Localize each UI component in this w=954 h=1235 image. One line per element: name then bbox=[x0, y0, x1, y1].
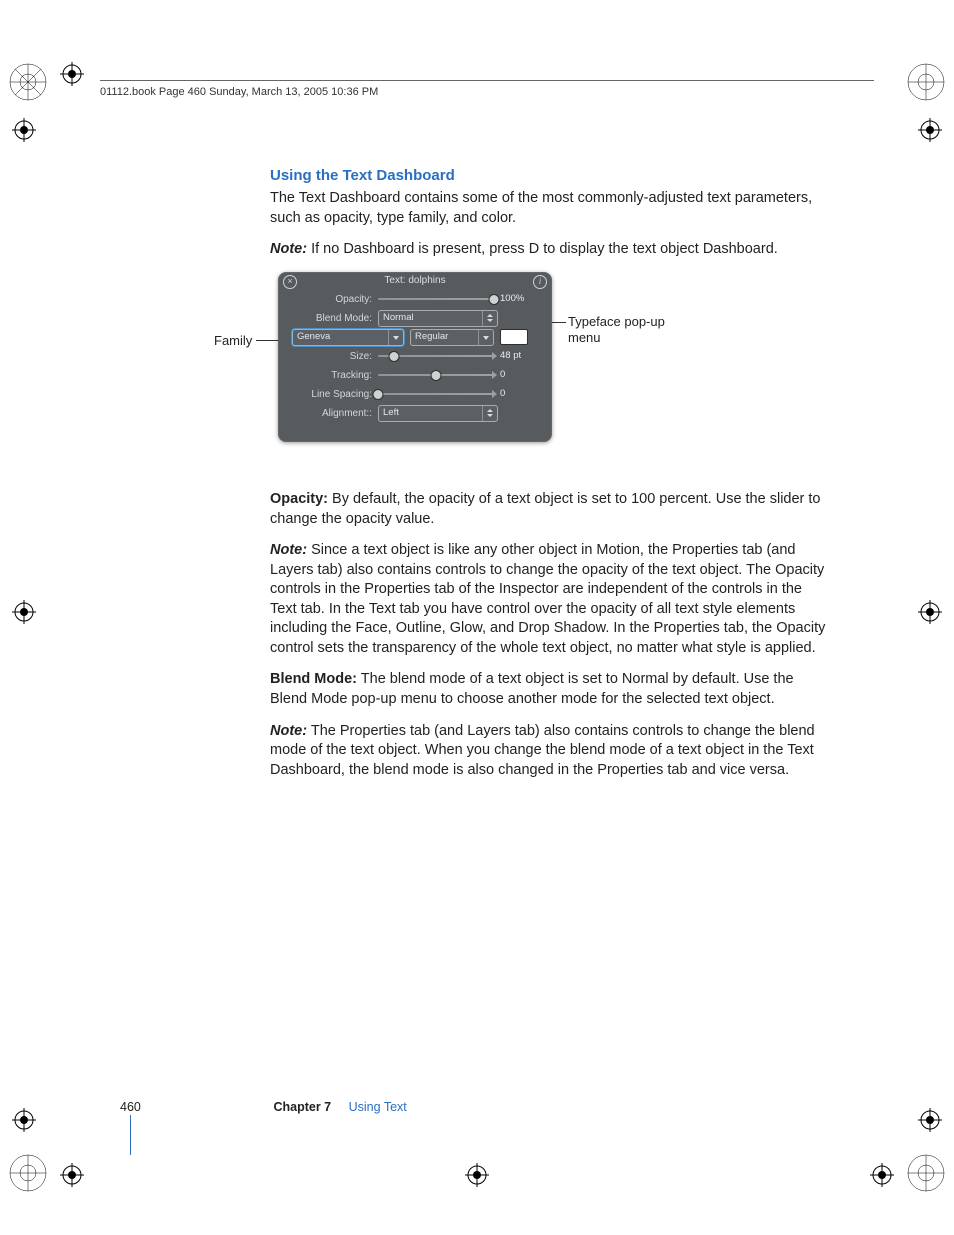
dashboard-titlebar[interactable]: × Text: dolphins i bbox=[278, 272, 552, 290]
paragraph-opacity: Opacity: By default, the opacity of a te… bbox=[270, 490, 830, 529]
slider-knob[interactable] bbox=[389, 351, 400, 362]
registration-mark-icon bbox=[60, 62, 84, 86]
row-line-spacing: Line Spacing: 0 bbox=[278, 385, 552, 404]
close-icon[interactable]: × bbox=[283, 275, 297, 289]
font-family-popup[interactable]: Geneva bbox=[292, 329, 404, 346]
printer-mark-icon bbox=[906, 62, 946, 102]
slider-knob[interactable] bbox=[373, 389, 384, 400]
registration-mark-icon bbox=[12, 1108, 36, 1132]
note-text-a: If no Dashboard is present, press bbox=[311, 241, 529, 257]
slider-endcap-icon bbox=[492, 352, 497, 360]
typeface-popup[interactable]: Regular bbox=[410, 329, 494, 346]
blend-mode-value: Normal bbox=[383, 312, 414, 325]
printer-mark-icon bbox=[906, 1153, 946, 1193]
page-number: 460 bbox=[120, 1100, 270, 1114]
info-icon[interactable]: i bbox=[533, 275, 547, 289]
row-typeface: Geneva Regular bbox=[278, 328, 552, 347]
callout-family: Family bbox=[214, 332, 252, 350]
key-d: D bbox=[529, 241, 539, 257]
printer-mark-icon bbox=[8, 62, 48, 102]
alignment-popup[interactable]: Left bbox=[378, 405, 498, 422]
label-opacity: Opacity: bbox=[278, 293, 378, 307]
chevron-down-icon bbox=[388, 330, 403, 345]
term-opacity: Opacity: bbox=[270, 491, 328, 507]
registration-mark-icon bbox=[918, 118, 942, 142]
note-blend-text: The Properties tab (and Layers tab) also… bbox=[270, 723, 815, 778]
note-dashboard-shortcut: Note: If no Dashboard is present, press … bbox=[270, 240, 830, 260]
slider-knob[interactable] bbox=[431, 370, 442, 381]
value-size: 48 pt bbox=[494, 350, 544, 363]
registration-mark-icon bbox=[60, 1163, 84, 1187]
color-swatch[interactable] bbox=[500, 329, 528, 345]
note-opacity: Note: Since a text object is like any ot… bbox=[270, 541, 830, 658]
note-text-b: to display the text object Dashboard. bbox=[539, 241, 778, 257]
registration-mark-icon bbox=[12, 600, 36, 624]
content-column: Using the Text Dashboard The Text Dashbo… bbox=[270, 166, 830, 792]
note-blend: Note: The Properties tab (and Layers tab… bbox=[270, 722, 830, 781]
paragraph-blend: Blend Mode: The blend mode of a text obj… bbox=[270, 670, 830, 709]
page-footer: 460 Chapter 7 Using Text bbox=[120, 1100, 407, 1114]
chevron-down-icon bbox=[478, 330, 493, 345]
note-label: Note: bbox=[270, 542, 307, 558]
blend-mode-popup[interactable]: Normal bbox=[378, 310, 498, 327]
chapter-label: Chapter 7 bbox=[273, 1100, 331, 1114]
label-blend-mode: Blend Mode: bbox=[278, 312, 378, 326]
page-edge-marker bbox=[130, 1115, 131, 1155]
row-tracking: Tracking: 0 bbox=[278, 366, 552, 385]
size-slider[interactable] bbox=[378, 355, 494, 357]
dashboard-figure: Family Typeface pop-up menu × Text: dolp… bbox=[270, 272, 830, 472]
registration-mark-icon bbox=[918, 600, 942, 624]
note-label: Note: bbox=[270, 241, 307, 257]
label-size: Size: bbox=[278, 350, 378, 364]
callout-typeface: Typeface pop-up menu bbox=[568, 314, 688, 345]
font-family-value: Geneva bbox=[297, 331, 330, 344]
printer-mark-icon bbox=[8, 1153, 48, 1193]
note-opacity-text: Since a text object is like any other ob… bbox=[270, 542, 825, 656]
header-running-text: 01112.book Page 460 Sunday, March 13, 20… bbox=[100, 86, 378, 98]
typeface-value: Regular bbox=[415, 331, 448, 344]
section-label: Using Text bbox=[349, 1100, 407, 1114]
label-alignment: Alignment:: bbox=[278, 407, 378, 421]
intro-paragraph: The Text Dashboard contains some of the … bbox=[270, 189, 830, 228]
dashboard-title: Text: dolphins bbox=[384, 275, 445, 286]
row-blend-mode: Blend Mode: Normal bbox=[278, 309, 552, 328]
registration-mark-icon bbox=[465, 1163, 489, 1187]
slider-endcap-icon bbox=[492, 371, 497, 379]
term-blend-mode: Blend Mode: bbox=[270, 671, 357, 687]
alignment-value: Left bbox=[383, 407, 399, 420]
header-rule bbox=[100, 80, 874, 81]
value-opacity: 100% bbox=[494, 293, 544, 306]
row-alignment: Alignment:: Left bbox=[278, 404, 552, 423]
row-size: Size: 48 pt bbox=[278, 347, 552, 366]
chevron-updown-icon bbox=[482, 311, 497, 326]
section-heading: Using the Text Dashboard bbox=[270, 166, 830, 186]
label-tracking: Tracking: bbox=[278, 369, 378, 383]
note-label: Note: bbox=[270, 723, 307, 739]
slider-endcap-icon bbox=[492, 390, 497, 398]
registration-mark-icon bbox=[870, 1163, 894, 1187]
value-line-spacing: 0 bbox=[494, 388, 544, 401]
line-spacing-slider[interactable] bbox=[378, 393, 494, 395]
chevron-updown-icon bbox=[482, 406, 497, 421]
slider-knob[interactable] bbox=[489, 294, 500, 305]
registration-mark-icon bbox=[12, 118, 36, 142]
page: 01112.book Page 460 Sunday, March 13, 20… bbox=[0, 0, 954, 1235]
tracking-slider[interactable] bbox=[378, 374, 494, 376]
label-line-spacing: Line Spacing: bbox=[278, 388, 378, 402]
value-tracking: 0 bbox=[494, 369, 544, 382]
text-dashboard-panel: × Text: dolphins i Opacity: 100% Blend M… bbox=[278, 272, 552, 442]
registration-mark-icon bbox=[918, 1108, 942, 1132]
row-opacity: Opacity: 100% bbox=[278, 290, 552, 309]
text-opacity: By default, the opacity of a text object… bbox=[270, 491, 821, 527]
opacity-slider[interactable] bbox=[378, 298, 494, 300]
